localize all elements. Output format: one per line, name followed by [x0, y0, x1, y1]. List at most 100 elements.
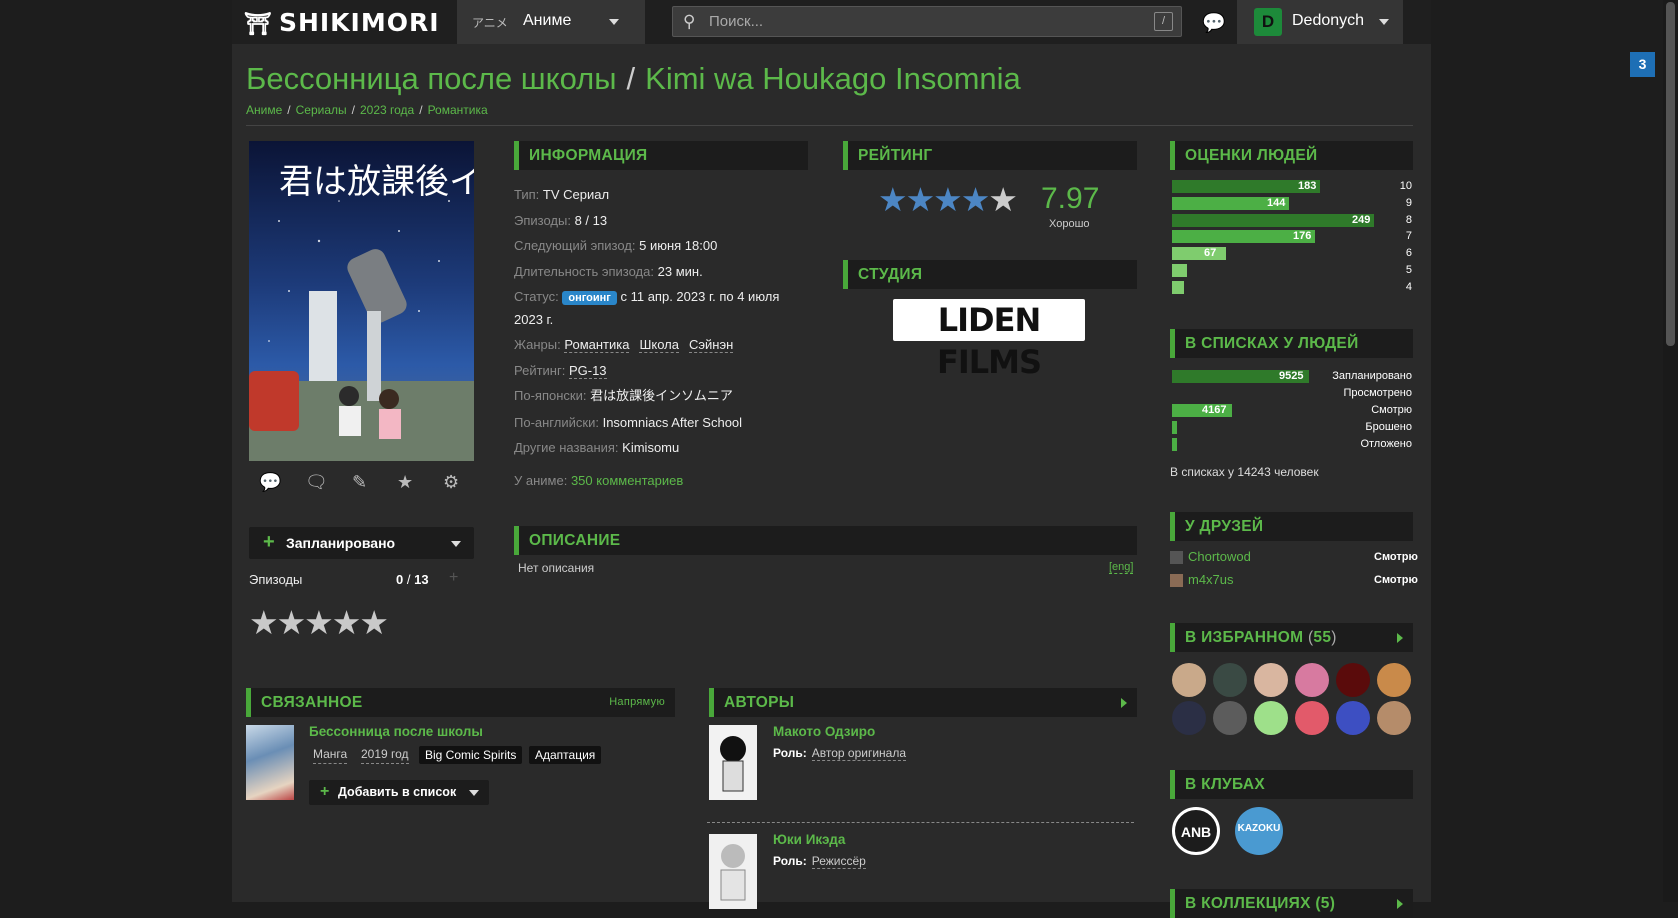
info-key: Следующий эпизод: [514, 238, 636, 253]
list-bar-label: Брошено [1365, 421, 1412, 433]
episodes-value[interactable]: 0 / 13 [396, 572, 429, 587]
comments-icon[interactable]: 💬 [259, 472, 281, 493]
breadcrumb-year[interactable]: 2023 года [360, 103, 414, 117]
avatar[interactable] [1336, 663, 1370, 697]
edit-icon[interactable]: ✎ [352, 472, 367, 493]
info-value: TV Сериал [542, 187, 610, 202]
comments-link[interactable]: 350 комментариев [571, 473, 683, 488]
chevron-right-icon [1397, 633, 1403, 643]
scores-header: ОЦЕНКИ ЛЮДЕЙ [1170, 141, 1413, 170]
scrollbar[interactable] [1663, 0, 1678, 902]
related-title: СВЯЗАННОЕ [261, 694, 363, 711]
score-bar [1172, 280, 1184, 294]
avatar[interactable] [1377, 701, 1411, 735]
increment-episode-button[interactable]: + [449, 569, 458, 587]
author-role: Роль: Режиссёр [773, 854, 866, 869]
avatar[interactable] [1295, 663, 1329, 697]
avatar[interactable] [1336, 701, 1370, 735]
add-to-list-button[interactable]: + Добавить в список [309, 780, 489, 805]
author-name[interactable]: Юки Икэда [773, 832, 845, 847]
friends-header: У ДРУЗЕЙ [1170, 512, 1413, 541]
genre-link[interactable]: Романтика [564, 337, 630, 353]
related-year[interactable]: 2019 год [361, 746, 409, 764]
info-block: Тип: TV Сериал Эпизоды: 8 / 13 Следующий… [514, 182, 804, 461]
score-row: 183 10 [1172, 180, 1412, 193]
avatar[interactable] [1295, 701, 1329, 735]
user-menu[interactable]: D Dedonych [1237, 0, 1403, 44]
avatar[interactable] [1254, 663, 1288, 697]
avatar[interactable] [1254, 701, 1288, 735]
related-mode-link[interactable]: Напрямую [609, 688, 665, 717]
related-cover[interactable] [246, 725, 294, 800]
poster-actions: 💬 🗨 ✎ ★ ⚙ [249, 472, 474, 494]
chat-icon[interactable]: 💬 [1202, 11, 1226, 35]
list-bar-label: Смотрю [1371, 404, 1412, 416]
club-logo[interactable]: KAZOKU [1235, 807, 1283, 855]
author-photo[interactable] [709, 725, 757, 800]
avatar[interactable] [1213, 663, 1247, 697]
authors-title: АВТОРЫ [724, 694, 795, 711]
chevron-right-icon [1397, 899, 1403, 909]
breadcrumb-genre[interactable]: Романтика [428, 103, 488, 117]
genre-link[interactable]: Сэйнэн [689, 337, 734, 353]
author-photo[interactable] [709, 834, 757, 909]
notification-badge[interactable]: 3 [1630, 52, 1655, 77]
chevron-down-icon[interactable] [451, 541, 461, 547]
collections-header[interactable]: В КОЛЛЕКЦИЯХ (5) [1170, 889, 1413, 918]
section-selector[interactable]: アニメ Аниме [457, 0, 645, 44]
logo[interactable]: ⛩ SHIKIMORI [244, 8, 440, 37]
list-bar-value: 9525 [1279, 370, 1304, 382]
avatar[interactable] [1172, 663, 1206, 697]
info-key: Другие названия: [514, 440, 619, 455]
author-name[interactable]: Макото Одзиро [773, 724, 875, 739]
score-row: 5 [1172, 264, 1412, 277]
breadcrumb-anime[interactable]: Аниме [246, 103, 282, 117]
friend-name[interactable]: Chortowod [1188, 549, 1251, 564]
discussion-icon[interactable]: 🗨 [305, 472, 328, 493]
age-rating-link[interactable]: PG-13 [568, 362, 607, 379]
score-bar-value: 183 [1298, 180, 1317, 192]
search-input[interactable] [709, 11, 1129, 32]
chevron-down-icon[interactable] [469, 790, 479, 796]
scrollbar-thumb[interactable] [1666, 2, 1675, 346]
avatar[interactable] [1213, 701, 1247, 735]
collections-title: В КОЛЛЕКЦИЯХ (5) [1185, 895, 1336, 912]
info-key: Рейтинг: [514, 362, 566, 378]
genre-link[interactable]: Школа [639, 337, 679, 353]
avatar[interactable] [1172, 701, 1206, 735]
avatar[interactable] [1377, 663, 1411, 697]
star-icon[interactable]: ★ [397, 472, 413, 493]
friend-name[interactable]: m4x7us [1188, 572, 1234, 587]
related-title-link[interactable]: Бессонница после школы [309, 724, 483, 739]
list-row: Просмотрено [1172, 387, 1412, 400]
score-row: 4 [1172, 280, 1412, 294]
gear-icon[interactable]: ⚙ [443, 472, 459, 493]
top-bar: ⛩SHIKIMORI アニメ Аниме ⚲ / 💬 D Dedonych [232, 0, 1431, 44]
favourites-title: В ИЗБРАННОМ [1185, 629, 1304, 646]
poster-image[interactable]: 君は放課後インソムニア [249, 141, 474, 461]
related-kind[interactable]: Манга [313, 746, 348, 764]
list-status-button[interactable]: + Запланировано [249, 527, 474, 559]
breadcrumb-series[interactable]: Сериалы [296, 103, 347, 117]
description-lang-link[interactable]: [eng] [1109, 561, 1134, 574]
related-magazine[interactable]: Big Comic Spirits [419, 746, 523, 764]
section-label: Аниме [523, 12, 572, 29]
studio-logo[interactable]: LIDEN FILMS [893, 299, 1085, 381]
avatar[interactable] [1170, 551, 1183, 564]
role-value[interactable]: Автор оригинала [811, 746, 906, 761]
info-value: 8 / 13 [574, 212, 608, 228]
lists-total: В списках у 14243 человек [1170, 465, 1319, 479]
role-value[interactable]: Режиссёр [811, 854, 866, 869]
plus-icon: + [320, 783, 330, 800]
authors-header[interactable]: АВТОРЫ [709, 688, 1137, 717]
role-key: Роль: [773, 854, 807, 868]
clubs-header: В КЛУБАХ [1170, 770, 1413, 799]
info-value: Kimisomu [622, 440, 680, 455]
score-row: 176 7 [1172, 230, 1412, 244]
search-box[interactable]: ⚲ / [672, 6, 1182, 37]
club-logo[interactable]: ANB [1172, 807, 1220, 855]
favourites-header[interactable]: В ИЗБРАННОМ (55) [1170, 623, 1413, 652]
related-relation: Адаптация [529, 746, 602, 764]
user-rating-stars[interactable]: ★★★★★ [249, 603, 389, 642]
avatar[interactable] [1170, 574, 1183, 587]
